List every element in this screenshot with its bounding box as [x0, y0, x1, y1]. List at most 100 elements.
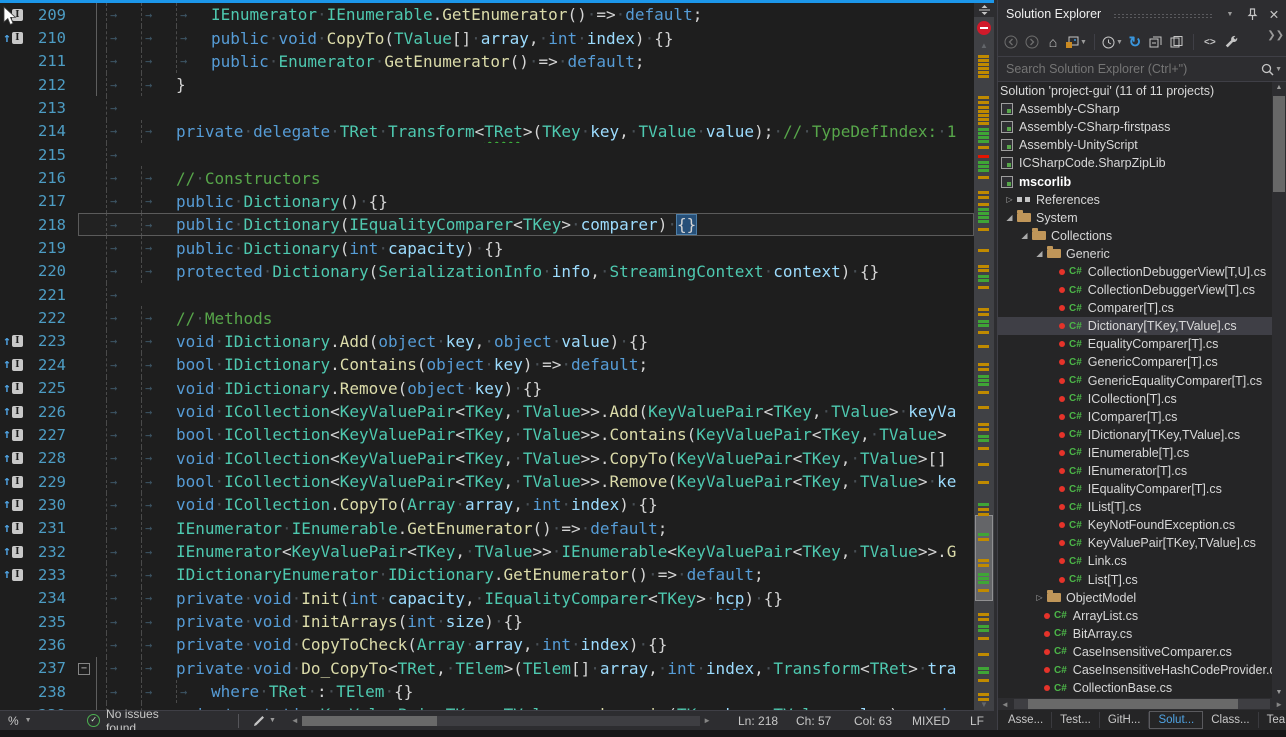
- line-number[interactable]: 223: [26, 332, 76, 350]
- refresh-icon[interactable]: ↻: [1126, 32, 1144, 52]
- tree-item[interactable]: C#IDictionary[TKey,TValue].cs: [998, 426, 1272, 444]
- code-text[interactable]: →→private·static·KeyValuePair<TKey,·TVal…: [96, 703, 974, 710]
- interface-implementation-icon[interactable]: ↑I: [0, 493, 26, 516]
- line-number[interactable]: 224: [26, 356, 76, 374]
- code-line-211[interactable]: 211 →→→public·Enumerator·GetEnumerator()·…: [0, 50, 974, 73]
- chevron-down-icon[interactable]: ▼: [1275, 66, 1282, 73]
- tree-vertical-scrollbar[interactable]: ▲ ▼: [1272, 82, 1286, 698]
- forward-button[interactable]: [1023, 32, 1041, 52]
- scroll-right-arrow[interactable]: ►: [1272, 700, 1286, 709]
- code-text[interactable]: →→→public·void·CopyTo(TValue[]·array,·in…: [96, 26, 974, 49]
- tree-item[interactable]: C#EqualityComparer[T].cs: [998, 335, 1272, 353]
- tree-item[interactable]: C#Comparer[T].cs: [998, 299, 1272, 317]
- tree-item[interactable]: C#Link.cs: [998, 552, 1272, 570]
- interface-implementation-icon[interactable]: ↑I: [0, 353, 26, 376]
- tree-item-selected[interactable]: C#Dictionary[TKey,TValue].cs: [998, 317, 1272, 335]
- marker-format-button[interactable]: ▼: [253, 715, 276, 727]
- scroll-down-arrow[interactable]: ▼: [974, 700, 994, 709]
- code-text[interactable]: →→bool·IDictionary.Contains(object·key)·…: [96, 353, 974, 376]
- code-line-218[interactable]: 218→→public·Dictionary(IEqualityComparer…: [0, 213, 974, 236]
- code-line-209[interactable]: ↑I209→→→IEnumerator·IEnumerable.GetEnume…: [0, 3, 974, 26]
- tree-item[interactable]: C#CollectionBase.cs: [998, 679, 1272, 697]
- code-line-229[interactable]: ↑I229→→bool·ICollection<KeyValuePair<TKe…: [0, 470, 974, 493]
- scrollbar-thumb[interactable]: [1028, 699, 1238, 709]
- code-line-235[interactable]: 235→→private·void·InitArrays(int·size)·{…: [0, 610, 974, 633]
- code-line-212[interactable]: 212→→}: [0, 73, 974, 96]
- line-number[interactable]: 222: [26, 309, 76, 327]
- tree-item[interactable]: C#GenericEqualityComparer[T].cs: [998, 372, 1272, 390]
- tree-item[interactable]: C#GenericComparer[T].cs: [998, 353, 1272, 371]
- line-number[interactable]: 234: [26, 589, 76, 607]
- line-number[interactable]: 220: [26, 262, 76, 280]
- scrollbar-thumb[interactable]: [302, 716, 437, 726]
- tree-item[interactable]: Assembly-CSharp-firstpass: [998, 118, 1272, 136]
- interface-implementation-icon[interactable]: ↑I: [0, 26, 26, 49]
- code-line-225[interactable]: ↑I225→→void·IDictionary.Remove(object·ke…: [0, 377, 974, 400]
- show-all-files-button[interactable]: [1168, 32, 1186, 52]
- search-input[interactable]: [1002, 62, 1259, 76]
- tree-item[interactable]: C#CaseInsensitiveComparer.cs: [998, 643, 1272, 661]
- tree-horizontal-scrollbar[interactable]: ◄ ►: [998, 698, 1286, 710]
- code-text[interactable]: →: [96, 96, 974, 119]
- tree-item[interactable]: ICSharpCode.SharpZipLib: [998, 154, 1272, 172]
- code-text[interactable]: →→//·Methods: [96, 306, 974, 329]
- tree-item[interactable]: C#IList[T].cs: [998, 498, 1272, 516]
- line-number[interactable]: 237: [26, 659, 76, 677]
- panel-tab-test[interactable]: Test...: [1052, 712, 1100, 728]
- code-editor[interactable]: ↑I209→→→IEnumerator·IEnumerable.GetEnume…: [0, 0, 994, 730]
- scroll-down-arrow[interactable]: ▼: [1272, 689, 1286, 696]
- code-text[interactable]: →→IDictionaryEnumerator·IDictionary.GetE…: [96, 563, 974, 586]
- scrollbar-track[interactable]: [1014, 699, 1270, 709]
- code-text[interactable]: →: [96, 143, 974, 166]
- scroll-left-arrow[interactable]: ◄: [998, 700, 1012, 709]
- panel-tab-class[interactable]: Class...: [1203, 712, 1258, 728]
- line-number[interactable]: 211: [26, 52, 76, 70]
- code-text[interactable]: →: [96, 283, 974, 306]
- line-number[interactable]: 218: [26, 216, 76, 234]
- scroll-up-arrow[interactable]: ▲: [1272, 84, 1286, 91]
- code-text[interactable]: →→→public·Enumerator·GetEnumerator()·=>·…: [96, 50, 974, 73]
- status-char[interactable]: Ch: 57: [796, 714, 850, 728]
- line-number[interactable]: 230: [26, 496, 76, 514]
- interface-implementation-icon[interactable]: ↑I: [0, 400, 26, 423]
- drag-grip[interactable]: [1113, 13, 1212, 20]
- tree-item[interactable]: C#IEnumerator[T].cs: [998, 462, 1272, 480]
- interface-implementation-icon[interactable]: ↑I: [0, 540, 26, 563]
- line-number[interactable]: 213: [26, 99, 76, 117]
- line-number[interactable]: 232: [26, 543, 76, 561]
- code-line-233[interactable]: ↑I233→→IDictionaryEnumerator·IDictionary…: [0, 563, 974, 586]
- code-line-230[interactable]: ↑I230 →→void·ICollection.CopyTo(Array·arr…: [0, 493, 974, 516]
- search-icon[interactable]: [1259, 61, 1275, 77]
- line-number[interactable]: 216: [26, 169, 76, 187]
- scroll-left-arrow[interactable]: ◄: [288, 716, 302, 725]
- line-number[interactable]: 227: [26, 426, 76, 444]
- line-number[interactable]: 231: [26, 519, 76, 537]
- code-text[interactable]: →→void·ICollection.CopyTo(Array·array,·i…: [96, 493, 974, 516]
- tree-item[interactable]: C#IComparer[T].cs: [998, 408, 1272, 426]
- code-text[interactable]: →→public·Dictionary(int·capacity)·{}: [96, 236, 974, 259]
- code-line-228[interactable]: ↑I228→→void·ICollection<KeyValuePair<TKe…: [0, 447, 974, 470]
- status-encoding[interactable]: MIXED: [912, 714, 966, 728]
- code-line-231[interactable]: ↑I231→→IEnumerator·IEnumerable.GetEnumer…: [0, 517, 974, 540]
- code-text[interactable]: →→protected·Dictionary(SerializationInfo…: [96, 260, 974, 283]
- code-line-213[interactable]: 213 →: [0, 96, 974, 119]
- code-text[interactable]: →→void·IDictionary.Remove(object·key)·{}: [96, 377, 974, 400]
- code-line-215[interactable]: 215→: [0, 143, 974, 166]
- code-text[interactable]: →→→where·TRet·:·TElem·{}: [96, 680, 974, 703]
- tree-item[interactable]: C#IEnumerable[T].cs: [998, 444, 1272, 462]
- code-line-237[interactable]: 237−→→private·void·Do_CopyTo<TRet,·TElem…: [0, 657, 974, 680]
- tree-item[interactable]: ◢System: [998, 209, 1272, 227]
- code-text[interactable]: →→void·ICollection<KeyValuePair<TKey,·TV…: [96, 400, 974, 423]
- code-text[interactable]: →→IEnumerator<KeyValuePair<TKey,·TValue>…: [96, 540, 974, 563]
- tree-item[interactable]: ◢Collections: [998, 227, 1272, 245]
- code-line-238[interactable]: 238→→→where·TRet·:·TElem·{}: [0, 680, 974, 703]
- panel-tab-gith[interactable]: GitH...: [1100, 712, 1150, 728]
- interface-implementation-icon[interactable]: ↑I: [0, 470, 26, 493]
- code-line-232[interactable]: ↑I232 →→IEnumerator<KeyValuePair<TKey,·TV…: [0, 540, 974, 563]
- tree-item[interactable]: C#CaseInsensitiveHashCodeProvider.cs: [998, 661, 1272, 679]
- switch-views-button[interactable]: ▼: [1065, 32, 1087, 52]
- code-line-219[interactable]: 219→→public·Dictionary(int·capacity)·{}: [0, 236, 974, 259]
- tree-item[interactable]: C#IEqualityComparer[T].cs: [998, 480, 1272, 498]
- line-number[interactable]: 214: [26, 122, 76, 140]
- line-number[interactable]: 212: [26, 76, 76, 94]
